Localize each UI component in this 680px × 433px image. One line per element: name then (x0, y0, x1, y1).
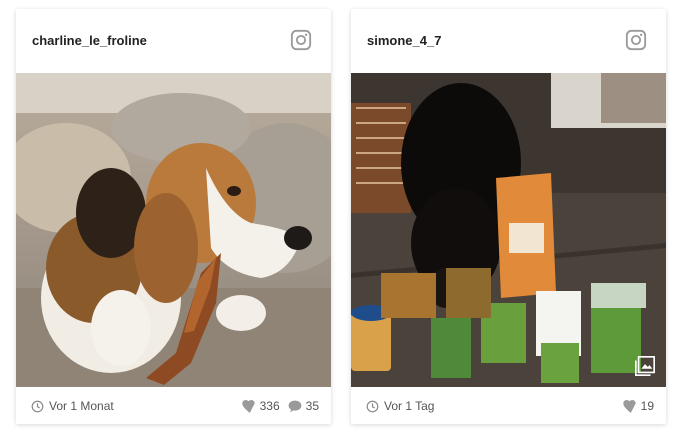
post-time: Vor 1 Monat (31, 399, 114, 413)
card-header: charline_le_froline (16, 9, 331, 73)
likes: 336 (241, 399, 280, 413)
instagram-icon[interactable] (625, 29, 647, 51)
gallery-icon (635, 356, 655, 376)
post-photo[interactable] (351, 73, 666, 387)
card-header: simone_4_7 (351, 9, 666, 73)
post-stats: 336 35 (233, 399, 319, 413)
comment-icon (288, 400, 302, 412)
post-time: Vor 1 Tag (366, 399, 434, 413)
card-footer: Vor 1 Tag 19 (351, 387, 666, 424)
post-card[interactable]: charline_le_froline Vor 1 Monat 336 35 (16, 9, 331, 424)
likes: 19 (622, 399, 654, 413)
heart-icon (241, 399, 255, 413)
comments: 35 (288, 399, 319, 413)
username[interactable]: simone_4_7 (367, 33, 441, 48)
heart-icon (622, 399, 636, 413)
clock-icon (31, 400, 44, 412)
post-photo[interactable] (16, 73, 331, 387)
post-stats: 19 (614, 399, 654, 413)
username[interactable]: charline_le_froline (32, 33, 147, 48)
card-footer: Vor 1 Monat 336 35 (16, 387, 331, 424)
dog-with-food-photo (351, 73, 666, 387)
instagram-icon[interactable] (290, 29, 312, 51)
post-card[interactable]: simone_4_7 Vor 1 Tag 19 (351, 9, 666, 424)
beagle-photo (16, 73, 331, 387)
clock-icon (366, 400, 379, 412)
